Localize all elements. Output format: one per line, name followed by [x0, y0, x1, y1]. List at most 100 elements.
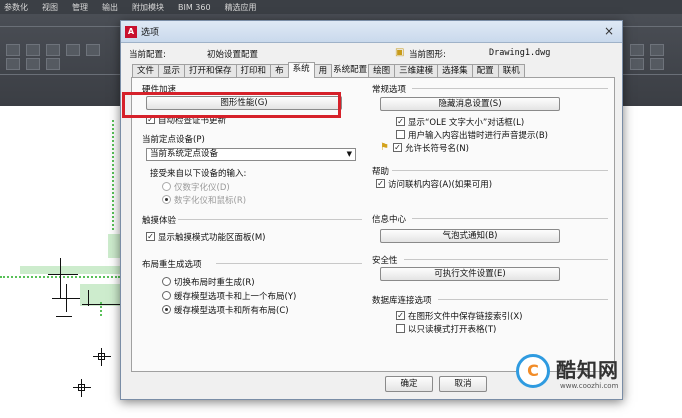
- menu-item[interactable]: 精选应用: [225, 2, 257, 13]
- security-group-label: 安全性: [372, 256, 398, 266]
- menu-item[interactable]: 参数化: [4, 2, 28, 13]
- current-profile-value: 初始设置配置: [207, 50, 259, 60]
- checkbox[interactable]: ✓: [392, 143, 402, 152]
- checkbox-label: 允许长符号名(N): [404, 143, 469, 154]
- checkbox[interactable]: ✓: [396, 311, 405, 320]
- radio-label: 数字化仪和鼠标(R): [174, 195, 247, 206]
- dialog-title: 选项: [141, 28, 160, 38]
- radio-button[interactable]: [162, 291, 171, 300]
- tab-online[interactable]: 联机: [497, 64, 525, 78]
- regen-switch-radio[interactable]: 切换布局时重生成(R): [162, 276, 255, 288]
- tab-selection[interactable]: 选择集: [437, 64, 473, 78]
- profile-row: 当前配置: 初始设置配置 ▣ 当前图形: Drawing1.dwg: [129, 47, 617, 62]
- radio-label: 切换布局时重生成(R): [174, 277, 255, 288]
- menu-item[interactable]: 管理: [72, 2, 88, 13]
- tab-system-config-label: 系统配置: [333, 65, 368, 75]
- tab-profiles[interactable]: 配置: [471, 64, 499, 78]
- tab-plot[interactable]: 打印和: [235, 64, 272, 78]
- tab-files[interactable]: 文件: [132, 64, 160, 78]
- tab-user[interactable]: 用: [313, 64, 333, 78]
- ok-button[interactable]: 确定: [385, 376, 433, 392]
- checkbox-label: 以只读模式打开表格(T): [408, 324, 497, 335]
- cad-menubar: 参数化 视图 管理 输出 附加模块 BIM 360 精选应用: [0, 0, 682, 14]
- drawing-hatch: [108, 234, 120, 258]
- ribbon-tool-icon[interactable]: [630, 58, 644, 70]
- digitizer-mouse-radio[interactable]: 数字化仪和鼠标(R): [162, 194, 247, 206]
- checkbox-label: 显示触摸模式功能区面板(M): [158, 232, 266, 243]
- crosshair-icon: [73, 379, 91, 397]
- checkbox[interactable]: ✓: [396, 117, 405, 126]
- layout-regen-group-label: 布局重生成选项: [142, 260, 202, 270]
- regen-cache-prev-radio[interactable]: 缓存模型选项卡和上一个布局(Y): [162, 290, 297, 302]
- ribbon-tool-icon[interactable]: [86, 44, 100, 56]
- allow-long-names-row[interactable]: ⚑ ✓ 允许长符号名(N): [380, 142, 469, 154]
- radio-button[interactable]: [162, 182, 171, 191]
- current-drawing-value: Drawing1.dwg: [489, 48, 551, 58]
- radio-label: 缓存模型选项卡和上一个布局(Y): [174, 291, 297, 302]
- checkbox-label: 在图形文件中保存链接索引(X): [408, 311, 523, 322]
- radio-button[interactable]: [162, 195, 171, 204]
- online-access-row[interactable]: ✓ 访问联机内容(A)(如果可用): [376, 178, 493, 190]
- dialog-titlebar[interactable]: A 选项 ×: [121, 21, 622, 43]
- show-touch-panel-row[interactable]: ✓ 显示触摸模式功能区面板(M): [146, 231, 266, 243]
- tab-system[interactable]: 系统: [287, 62, 315, 78]
- touch-group-label: 触摸体验: [142, 216, 177, 226]
- cancel-button[interactable]: 取消: [439, 376, 487, 392]
- menu-item[interactable]: 附加模块: [132, 2, 164, 13]
- ribbon-tool-icon[interactable]: [650, 58, 664, 70]
- ribbon-tool-icon[interactable]: [630, 44, 644, 56]
- watermark-url: www.coozhi.com: [560, 382, 619, 390]
- tab-bar: 文件 显示 打开和保存 打印和 布 系统 用 系统配置 绘图 三维建模 选择集 …: [132, 62, 525, 78]
- checkbox-label: 用户输入内容出错时进行声音提示(B): [408, 130, 548, 141]
- pointing-device-group-label: 当前定点设备(P): [142, 135, 205, 145]
- radio-label: 缓存模型选项卡和所有布局(C): [174, 305, 289, 316]
- ribbon-tool-icon[interactable]: [66, 44, 80, 56]
- dashed-line: [112, 120, 114, 230]
- ribbon-tool-icon[interactable]: [650, 44, 664, 56]
- radio-button[interactable]: [162, 305, 171, 314]
- ribbon-tool-icon[interactable]: [26, 58, 40, 70]
- close-button[interactable]: ×: [600, 24, 618, 39]
- help-group-label: 帮助: [372, 167, 390, 177]
- balloon-notifications-button[interactable]: 气泡式通知(B): [380, 229, 560, 243]
- checkbox-label: 访问联机内容(A)(如果可用): [388, 179, 493, 190]
- open-tables-readonly-row[interactable]: 以只读模式打开表格(T): [396, 323, 497, 335]
- ribbon-tool-icon[interactable]: [46, 58, 60, 70]
- checkbox[interactable]: ✓: [376, 179, 385, 188]
- hidden-messages-button[interactable]: 隐藏消息设置(S): [380, 97, 560, 111]
- checkbox[interactable]: ✓: [146, 232, 155, 241]
- tab-partial[interactable]: 布: [270, 64, 289, 78]
- accept-input-label: 接受来自以下设备的输入:: [150, 169, 247, 179]
- system-tab-panel: 硬件加速 图形性能(G) ✓ 自动检查证书更新 当前定点设备(P) 当前系统定点…: [131, 77, 615, 372]
- checkbox[interactable]: [396, 324, 405, 333]
- menu-item[interactable]: BIM 360: [178, 3, 211, 12]
- store-links-index-row[interactable]: ✓ 在图形文件中保存链接索引(X): [396, 310, 523, 322]
- general-options-group-label: 常规选项: [372, 85, 407, 95]
- executable-settings-button[interactable]: 可执行文件设置(E): [380, 267, 560, 281]
- db-connection-group-label: 数据库连接选项: [372, 296, 432, 306]
- ribbon-tool-icon[interactable]: [26, 44, 40, 56]
- tab-drafting[interactable]: 绘图: [368, 64, 396, 78]
- ribbon-tool-icon[interactable]: [6, 44, 20, 56]
- checkbox-label: 显示“OLE 文字大小”对话框(L): [408, 117, 525, 128]
- tab-open-save[interactable]: 打开和保存: [184, 64, 237, 78]
- info-center-group-label: 信息中心: [372, 215, 407, 225]
- pointing-device-select[interactable]: 当前系统定点设备 ▼: [146, 148, 356, 161]
- regen-cache-all-radio[interactable]: 缓存模型选项卡和所有布局(C): [162, 304, 289, 316]
- crosshair-icon: [93, 348, 111, 366]
- checkbox[interactable]: [396, 130, 405, 139]
- site-watermark: C 酷知网 www.coozhi.com: [516, 352, 666, 400]
- digitizer-only-radio[interactable]: 仅数字化仪(D): [162, 181, 230, 193]
- highlight-frame: [122, 92, 341, 118]
- menu-item[interactable]: 输出: [102, 2, 118, 13]
- autocad-logo-icon: A: [125, 25, 137, 38]
- ribbon-tool-icon[interactable]: [6, 58, 20, 70]
- tab-3d-modeling[interactable]: 三维建模: [394, 64, 439, 78]
- beep-on-error-row[interactable]: 用户输入内容出错时进行声音提示(B): [396, 129, 548, 141]
- watermark-name: 酷知网: [556, 358, 619, 382]
- menu-item[interactable]: 视图: [42, 2, 58, 13]
- ribbon-tool-icon[interactable]: [46, 44, 60, 56]
- tab-display[interactable]: 显示: [158, 64, 186, 78]
- radio-button[interactable]: [162, 277, 171, 286]
- show-ole-size-row[interactable]: ✓ 显示“OLE 文字大小”对话框(L): [396, 116, 525, 128]
